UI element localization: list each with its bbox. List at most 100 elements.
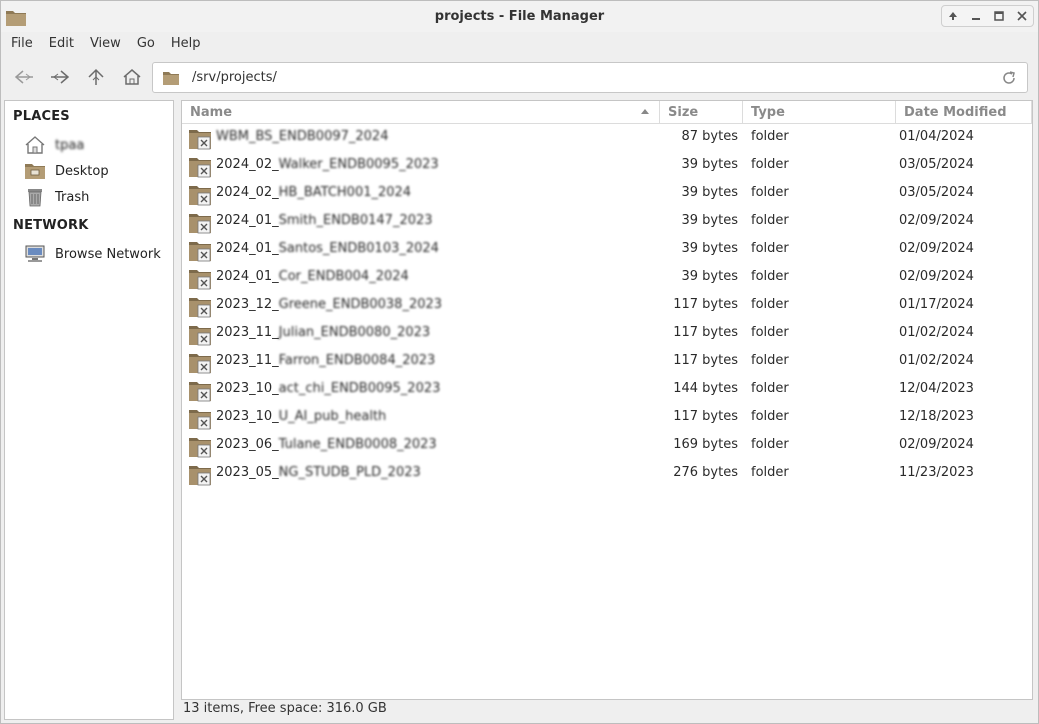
column-size[interactable]: Size <box>660 101 743 124</box>
status-bar: 13 items, Free space: 316.0 GB <box>183 701 387 716</box>
file-name-rest: Farron_ENDB0084_2023 <box>278 353 436 368</box>
file-date: 11/23/2023 <box>899 465 974 480</box>
location-bar[interactable]: /srv/projects/ <box>152 62 1028 93</box>
back-icon <box>14 70 33 84</box>
home-icon <box>23 134 47 156</box>
sidebar-item-home[interactable]: tpaa <box>23 133 171 157</box>
close-icon <box>1017 11 1027 21</box>
trash-icon <box>23 186 47 208</box>
folder-icon <box>188 239 212 262</box>
back-button[interactable] <box>11 65 37 89</box>
file-name-rest: Tulane_ENDB0008_2023 <box>278 437 437 452</box>
table-row[interactable]: WBM_BS_ENDB0097_2024 87 bytes folder 01/04/… <box>182 124 1032 152</box>
up-button[interactable] <box>83 65 109 89</box>
window-controls <box>941 5 1034 27</box>
file-name-prefix: 2024_01_ <box>216 213 279 228</box>
file-type: folder <box>751 129 789 144</box>
table-row[interactable]: 2023_10_U_AI_pub_health 117 bytes folder 12… <box>182 404 1032 432</box>
file-name-rest: Greene_ENDB0038_2023 <box>278 297 443 312</box>
file-date: 03/05/2024 <box>899 185 974 200</box>
file-name: 2024_01_Santos_ENDB0103_2024 <box>216 241 439 256</box>
folder-icon <box>188 267 212 290</box>
file-name: 2023_10_act_chi_ENDB0095_2023 <box>216 381 440 396</box>
folder-icon <box>188 379 212 402</box>
file-type: folder <box>751 297 789 312</box>
file-name-prefix: 2023_10_ <box>216 381 279 396</box>
file-size: 39 bytes <box>681 157 739 172</box>
reload-icon[interactable] <box>1000 69 1018 87</box>
table-row[interactable]: 2024_01_Cor_ENDB004_2024 39 bytes folder 02… <box>182 264 1032 292</box>
table-row[interactable]: 2024_02_Walker_ENDB0095_2023 39 bytes fold… <box>182 152 1032 180</box>
column-name-label: Name <box>190 105 233 120</box>
file-manager-window: projects - File Manager File Edit View G… <box>0 0 1039 724</box>
file-size: 39 bytes <box>681 241 739 256</box>
folder-icon <box>188 407 212 430</box>
file-type: folder <box>751 465 789 480</box>
file-size: 39 bytes <box>681 269 739 284</box>
maximize-button[interactable] <box>990 7 1008 25</box>
file-name: 2024_01_Cor_ENDB004_2024 <box>216 269 409 284</box>
folder-icon <box>188 127 212 150</box>
file-size: 144 bytes <box>673 381 738 396</box>
table-row[interactable]: 2023_11_Julian_ENDB0080_2023 117 bytes fol… <box>182 320 1032 348</box>
file-type: folder <box>751 353 789 368</box>
home-button[interactable] <box>119 65 145 89</box>
toolbar: /srv/projects/ <box>1 57 1038 97</box>
forward-icon <box>51 70 70 84</box>
folder-icon <box>163 72 179 85</box>
close-button[interactable] <box>1013 7 1031 25</box>
location-path[interactable]: /srv/projects/ <box>192 70 277 85</box>
column-date-label: Date Modified <box>904 105 1007 120</box>
sidebar-item-trash[interactable]: Trash <box>23 185 171 209</box>
sidebar-item-browse-network[interactable]: Browse Network <box>23 242 171 266</box>
file-date: 02/09/2024 <box>899 213 974 228</box>
table-row[interactable]: 2024_01_Santos_ENDB0103_2024 39 bytes fold… <box>182 236 1032 264</box>
column-name[interactable]: Name <box>182 101 660 124</box>
file-size: 117 bytes <box>673 325 738 340</box>
file-name-rest: WBM_BS_ENDB0097_2024 <box>216 129 389 144</box>
file-type: folder <box>751 381 789 396</box>
folder-icon <box>188 183 212 206</box>
file-name-rest: HB_BATCH001_2024 <box>278 185 412 200</box>
file-name: 2023_11_Farron_ENDB0084_2023 <box>216 353 435 368</box>
table-row[interactable]: 2023_11_Farron_ENDB0084_2023 117 bytes fol… <box>182 348 1032 376</box>
file-size: 117 bytes <box>673 297 738 312</box>
file-name: 2024_01_Smith_ENDB0147_2023 <box>216 213 433 228</box>
minimize-button[interactable] <box>967 7 985 25</box>
table-row[interactable]: 2023_06_Tulane_ENDB0008_2023 169 bytes fol… <box>182 432 1032 460</box>
column-type-label: Type <box>751 105 785 120</box>
file-size: 276 bytes <box>673 465 738 480</box>
file-name: WBM_BS_ENDB0097_2024 <box>216 129 388 144</box>
menu-file[interactable]: File <box>1 32 41 56</box>
table-row[interactable]: 2023_05_NG_STUDB_PLD_2023 276 bytes folder… <box>182 460 1032 488</box>
file-type: folder <box>751 185 789 200</box>
titlebar[interactable]: projects - File Manager <box>1 1 1038 32</box>
menu-help[interactable]: Help <box>169 32 209 56</box>
menu-edit[interactable]: Edit <box>47 32 82 56</box>
sidebar: PLACES tpaa Desktop Trash NETWORK Browse… <box>4 100 174 720</box>
folder-icon <box>188 435 212 458</box>
file-type: folder <box>751 269 789 284</box>
sidebar-item-desktop[interactable]: Desktop <box>23 159 171 183</box>
network-header: NETWORK <box>13 218 89 233</box>
menu-go[interactable]: Go <box>135 32 163 56</box>
menubar: File Edit View Go Help <box>1 32 1038 56</box>
file-size: 39 bytes <box>681 213 739 228</box>
sidebar-item-label: Trash <box>55 189 90 205</box>
file-size: 169 bytes <box>673 437 738 452</box>
shade-button[interactable] <box>944 7 962 25</box>
file-type: folder <box>751 437 789 452</box>
file-size: 87 bytes <box>681 129 739 144</box>
column-type[interactable]: Type <box>743 101 896 124</box>
table-row[interactable]: 2024_02_HB_BATCH001_2024 39 bytes folder 03… <box>182 180 1032 208</box>
column-date-modified[interactable]: Date Modified <box>896 101 1032 124</box>
sidebar-item-label: Browse Network <box>55 246 161 262</box>
file-name-prefix: 2023_12_ <box>216 297 279 312</box>
folder-icon <box>188 211 212 234</box>
forward-button[interactable] <box>47 65 73 89</box>
table-row[interactable]: 2023_12_Greene_ENDB0038_2023 117 bytes fol… <box>182 292 1032 320</box>
table-row[interactable]: 2024_01_Smith_ENDB0147_2023 39 bytes folde… <box>182 208 1032 236</box>
file-type: folder <box>751 241 789 256</box>
table-row[interactable]: 2023_10_act_chi_ENDB0095_2023 144 bytes fo… <box>182 376 1032 404</box>
menu-view[interactable]: View <box>88 32 129 56</box>
